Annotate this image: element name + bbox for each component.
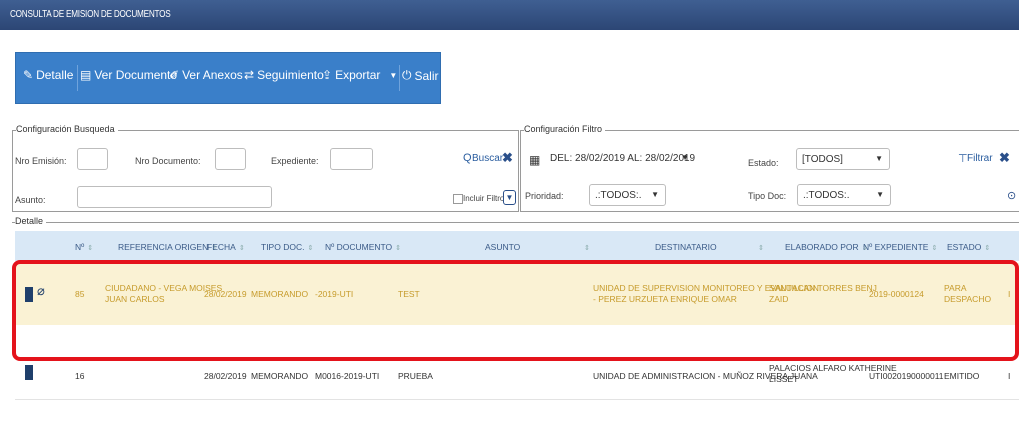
incluir-filtro-checkbox[interactable] [453, 194, 463, 204]
prioridad-select[interactable]: .:TODOS:. ▼ [589, 184, 666, 206]
exchange-icon: ⇄ [244, 68, 255, 82]
calendar-icon[interactable]: ▦ [529, 153, 540, 167]
ver-documento-button[interactable]: ▤ Ver Documento [80, 68, 177, 82]
caret-down-icon: ▼ [389, 70, 398, 80]
sort-icon: ⇕ [984, 245, 991, 252]
fecha-range-select[interactable]: DEL: 28/02/2019 AL: 28/02/2019 ▼ [545, 148, 695, 170]
sort-icon[interactable]: ⇕ [755, 242, 764, 252]
table-row[interactable]: 16 28/02/2019 MEMORANDO M0016-2019-UTI P… [15, 359, 1019, 400]
paperclip-icon: ✐ [169, 68, 180, 82]
document-icon[interactable] [25, 365, 33, 380]
export-icon: ⇪ [322, 68, 333, 82]
window-titlebar: CONSULTA DE EMISION DE DOCUMENTOS [0, 0, 1019, 30]
window-title: CONSULTA DE EMISION DE DOCUMENTOS [10, 9, 171, 20]
col-header-expediente[interactable]: Nº EXPEDIENTE ⇕ [863, 242, 937, 252]
filtrar-button[interactable]: ⊤ Filtrar [956, 148, 993, 170]
table-header: Nº ⇕ REFERENCIA ORIGEN ⇕ FECHA ⇕ TIPO DOC. ⇕… [15, 231, 1019, 261]
caret-down-icon: ▼ [681, 153, 689, 162]
chevron-down-icon[interactable]: ⊙ [1007, 189, 1016, 202]
document-icon: ▤ [80, 68, 92, 82]
ver-anexos-button[interactable]: ✐ Ver Anexos [169, 68, 243, 82]
nro-emision-input[interactable] [77, 148, 108, 170]
check-edit-icon: ✎ [23, 68, 34, 82]
col-header-fecha[interactable]: FECHA ⇕ [207, 242, 245, 252]
incluir-filtro-label: Incluir Filtro [463, 194, 505, 203]
toolbar-divider [399, 65, 400, 91]
sort-icon: ⇕ [395, 245, 402, 252]
estado-label: Estado: [748, 158, 779, 168]
busqueda-fieldset: Configuración Busqueda Nro Emisión: Nro … [12, 124, 519, 212]
sort-icon: ⇕ [307, 245, 314, 252]
caret-down-icon: ▼ [875, 154, 883, 163]
asunto-label: Asunto: [15, 195, 46, 205]
exportar-button[interactable]: ⇪ Exportar ▼ [322, 68, 397, 82]
toolbar-divider [77, 65, 78, 91]
col-header-destinatario[interactable]: DESTINATARIO [655, 242, 717, 252]
nro-documento-input[interactable] [215, 148, 246, 170]
caret-down-icon: ▼ [876, 190, 884, 199]
col-header-estado[interactable]: ESTADO ⇕ [947, 242, 990, 252]
col-header-referencia[interactable]: REFERENCIA ORIGEN ⇕ [118, 242, 217, 252]
selected-row-highlight [12, 260, 1019, 361]
tipo-doc-select[interactable]: .:TODOS:. ▼ [797, 184, 891, 206]
filtro-fieldset: Configuración Filtro ▦ DEL: 28/02/2019 A… [520, 124, 1019, 212]
nro-documento-label: Nro Documento: [135, 156, 201, 166]
estado-select[interactable]: [TODOS] ▼ [796, 148, 890, 170]
detalle-fieldset: Detalle [12, 216, 1019, 226]
col-header-nro-documento[interactable]: Nº DOCUMENTO ⇕ [325, 242, 401, 252]
detalle-button[interactable]: ✎ Detalle [23, 68, 73, 82]
detalle-legend: Detalle [15, 216, 47, 226]
sort-icon: ⇕ [238, 245, 245, 252]
prioridad-label: Prioridad: [525, 191, 564, 201]
clear-filtro-button[interactable]: ✖ [999, 150, 1010, 166]
seguimiento-button[interactable]: ⇄ Seguimiento [244, 68, 324, 82]
asunto-input[interactable] [77, 186, 272, 208]
expediente-input[interactable] [330, 148, 373, 170]
caret-down-icon: ▼ [651, 190, 659, 199]
expediente-label: Expediente: [271, 156, 319, 166]
nro-emision-label: Nro Emisión: [15, 156, 67, 166]
search-icon: Q [463, 152, 472, 164]
clear-busqueda-button[interactable]: ✖ [502, 150, 513, 166]
chevron-down-icon[interactable]: ▼ [503, 190, 516, 205]
tipo-doc-label: Tipo Doc: [748, 191, 787, 201]
sort-icon: ⇕ [87, 245, 94, 252]
sort-icon: ⇕ [931, 245, 938, 252]
col-header-elaborado[interactable]: ELABORADO POR ⇕ [785, 242, 868, 252]
busqueda-legend: Configuración Busqueda [16, 124, 118, 134]
power-icon: ⏻ [402, 68, 412, 82]
buscar-button[interactable]: Q Buscar [461, 148, 503, 170]
toolbar: ✎ Detalle ▤ Ver Documento ✐ Ver Anexos ⇄ Seg… [15, 52, 441, 104]
col-header-asunto[interactable]: ASUNTO [485, 242, 520, 252]
filtro-legend: Configuración Filtro [524, 124, 606, 134]
sort-icon[interactable]: ⇕ [581, 242, 590, 252]
col-header-num[interactable]: Nº ⇕ [75, 242, 93, 252]
salir-button[interactable]: ⏻ Salir [402, 68, 439, 83]
col-header-tipo-doc[interactable]: TIPO DOC. ⇕ [261, 242, 313, 252]
